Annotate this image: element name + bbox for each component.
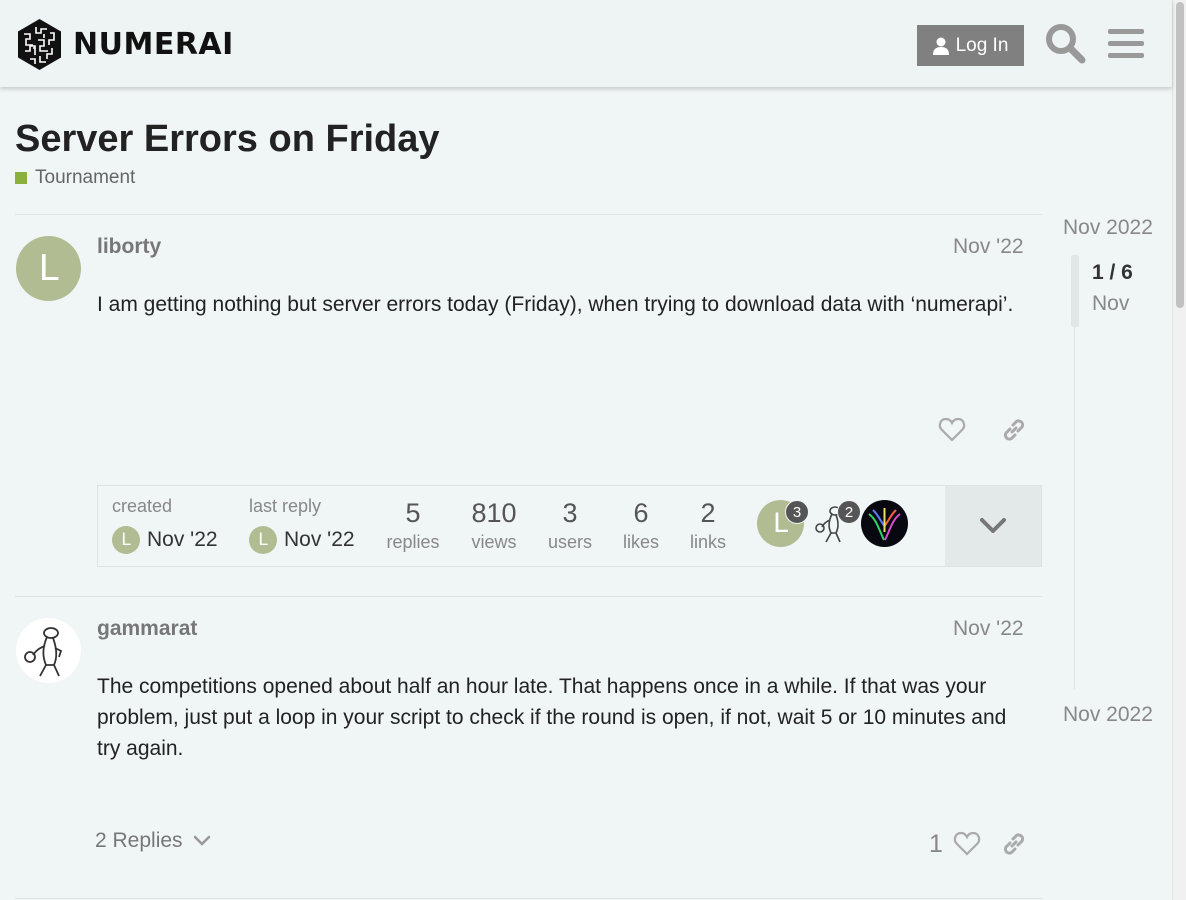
timeline-end-date[interactable]: Nov 2022	[1063, 703, 1153, 727]
avatar-letter: L	[121, 530, 131, 550]
avatar[interactable]: L	[112, 526, 140, 554]
participant-post-count: 2	[837, 500, 861, 524]
avatar[interactable]: L	[249, 526, 277, 554]
replies-label: 2 Replies	[95, 829, 183, 852]
post-body: The competitions opened about half an ho…	[97, 675, 1007, 760]
stat-users-count: 3	[562, 498, 578, 528]
stat-links-count[interactable]: 2	[668, 498, 748, 529]
post-divider	[15, 596, 1042, 597]
login-button[interactable]: Log In	[917, 25, 1024, 66]
stat-views-count: 810	[471, 498, 517, 528]
category-badge[interactable]: Tournament	[15, 167, 135, 189]
site-header: NUMERAI Log In	[0, 0, 1172, 87]
participant-post-count: 3	[785, 500, 809, 524]
chevron-down-icon	[193, 835, 210, 846]
stat-links-label[interactable]: links	[668, 532, 748, 553]
chevron-down-icon	[980, 518, 1006, 533]
category-name: Tournament	[35, 167, 136, 188]
stat-replies-count: 5	[405, 498, 421, 528]
post-date[interactable]: Nov '22	[953, 235, 1024, 259]
stat-views-label: views	[471, 532, 517, 552]
post-date[interactable]: Nov '22	[953, 617, 1024, 641]
timeline-start-date[interactable]: Nov 2022	[1063, 216, 1153, 240]
category-color-swatch	[15, 172, 27, 184]
timeline-position: 1 / 6	[1092, 261, 1133, 284]
participant-avatar[interactable]	[861, 500, 908, 547]
avatar-letter: L	[38, 248, 59, 289]
like-count[interactable]: 1	[929, 830, 943, 859]
avatar[interactable]	[16, 618, 81, 683]
stat-users-label: users	[547, 532, 592, 552]
post-username[interactable]: gammarat	[97, 617, 197, 641]
link-icon[interactable]	[1000, 416, 1028, 444]
login-label: Log In	[955, 34, 1009, 56]
last-reply-label: last reply	[249, 496, 322, 516]
link-icon[interactable]	[1000, 830, 1028, 858]
post-divider	[15, 214, 1042, 215]
heart-icon[interactable]	[953, 830, 981, 858]
scrollbar-thumb[interactable]	[1176, 2, 1184, 308]
topic-title[interactable]: Server Errors on Friday	[15, 118, 440, 161]
timeline-scroll-handle[interactable]	[1071, 255, 1079, 327]
user-icon	[932, 37, 949, 55]
last-reply-date[interactable]: Nov '22	[284, 528, 355, 552]
heart-icon[interactable]	[938, 416, 966, 444]
avatar-letter: L	[258, 530, 268, 550]
post-body: I am getting nothing but server errors t…	[97, 293, 1014, 316]
site-logo[interactable]: NUMERAI	[16, 18, 234, 71]
hamburger-menu-icon[interactable]	[1106, 22, 1148, 64]
post-divider	[15, 898, 1042, 899]
search-icon[interactable]	[1044, 22, 1086, 64]
avatar[interactable]: L	[16, 236, 81, 301]
stat-replies-label: replies	[386, 532, 440, 552]
numerai-logo-icon	[18, 19, 61, 70]
created-date[interactable]: Nov '22	[147, 528, 218, 552]
show-replies-button[interactable]: 2 Replies	[95, 829, 211, 853]
timeline-position-date: Nov	[1092, 292, 1130, 315]
page-scrollbar[interactable]	[1172, 0, 1186, 900]
created-label: created	[112, 496, 173, 516]
post-username[interactable]: liborty	[97, 235, 161, 259]
logo-text: NUMERAI	[73, 27, 234, 62]
topic-map-expand-button[interactable]	[945, 486, 1041, 566]
